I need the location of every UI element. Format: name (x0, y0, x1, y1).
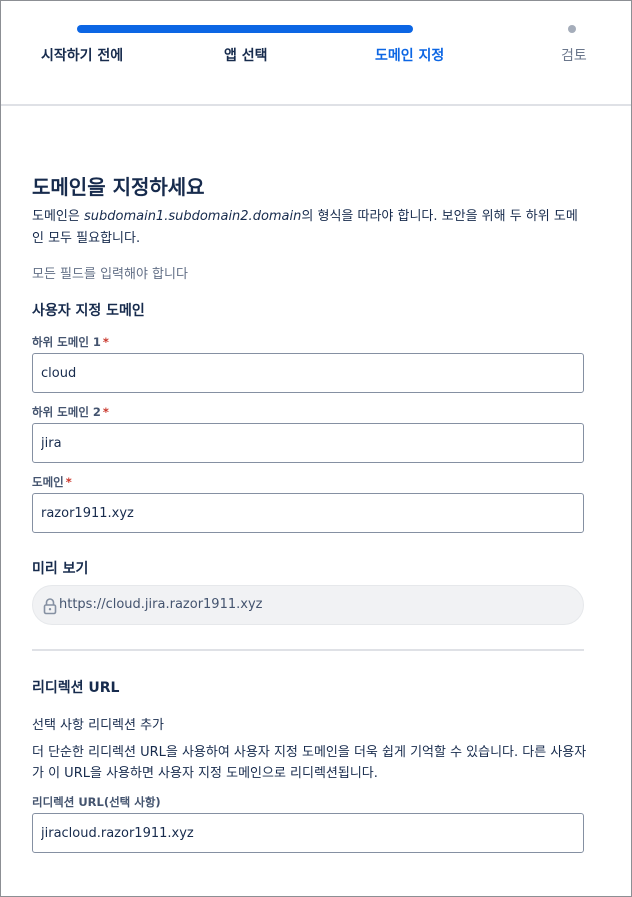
lock-icon (43, 597, 57, 615)
step-before-start: 시작하기 전에 (41, 48, 124, 64)
page-title: 도메인을 지정하세요 (32, 175, 205, 199)
redirect-url-label: 리디렉션 URL(선택 사항) (32, 795, 161, 809)
subdomain1-label: 하위 도메인 1 * (32, 335, 109, 349)
redirect-title: 리디렉션 URL (32, 680, 120, 696)
domain-setup-page: 시작하기 전에 앱 선택 도메인 지정 검토 도메인을 지정하세요 도메인은 s… (0, 0, 632, 897)
domain-format-description: 도메인은 subdomain1.subdomain2.domain의 형식을 따… (32, 206, 587, 250)
required-mark: * (65, 475, 72, 489)
progress-stepper: 시작하기 전에 앱 선택 도메인 지정 검토 (1, 1, 631, 105)
required-mark: * (102, 335, 109, 349)
domain-input[interactable] (32, 493, 584, 533)
step-dot-pending (568, 25, 576, 33)
preview-url: https://cloud.jira.razor1911.xyz (59, 597, 263, 612)
header-divider (1, 104, 631, 106)
domain-label: 도메인 * (32, 475, 72, 489)
desc-prefix: 도메인은 (32, 209, 84, 224)
step-select-app: 앱 선택 (224, 48, 268, 64)
step-specify-domain: 도메인 지정 (375, 48, 445, 64)
redirect-subtitle: 선택 사항 리디렉션 추가 (32, 718, 164, 733)
custom-domain-title: 사용자 지정 도메인 (32, 303, 145, 319)
step-review: 검토 (561, 48, 587, 64)
progress-bar (77, 25, 413, 33)
section-divider (32, 649, 584, 651)
required-fields-note: 모든 필드를 입력해야 합니다 (32, 267, 188, 282)
required-mark: * (102, 405, 109, 419)
subdomain2-input[interactable] (32, 423, 584, 463)
subdomain2-label: 하위 도메인 2 * (32, 405, 109, 419)
preview-url-box: https://cloud.jira.razor1911.xyz (32, 585, 584, 625)
preview-title: 미리 보기 (32, 561, 89, 577)
redirect-url-input[interactable] (32, 813, 584, 853)
redirect-description: 더 단순한 리디렉션 URL을 사용하여 사용자 지정 도메인을 더욱 쉽게 기… (32, 745, 587, 781)
subdomain1-input[interactable] (32, 353, 584, 393)
desc-pattern: subdomain1.subdomain2.domain (83, 209, 302, 224)
